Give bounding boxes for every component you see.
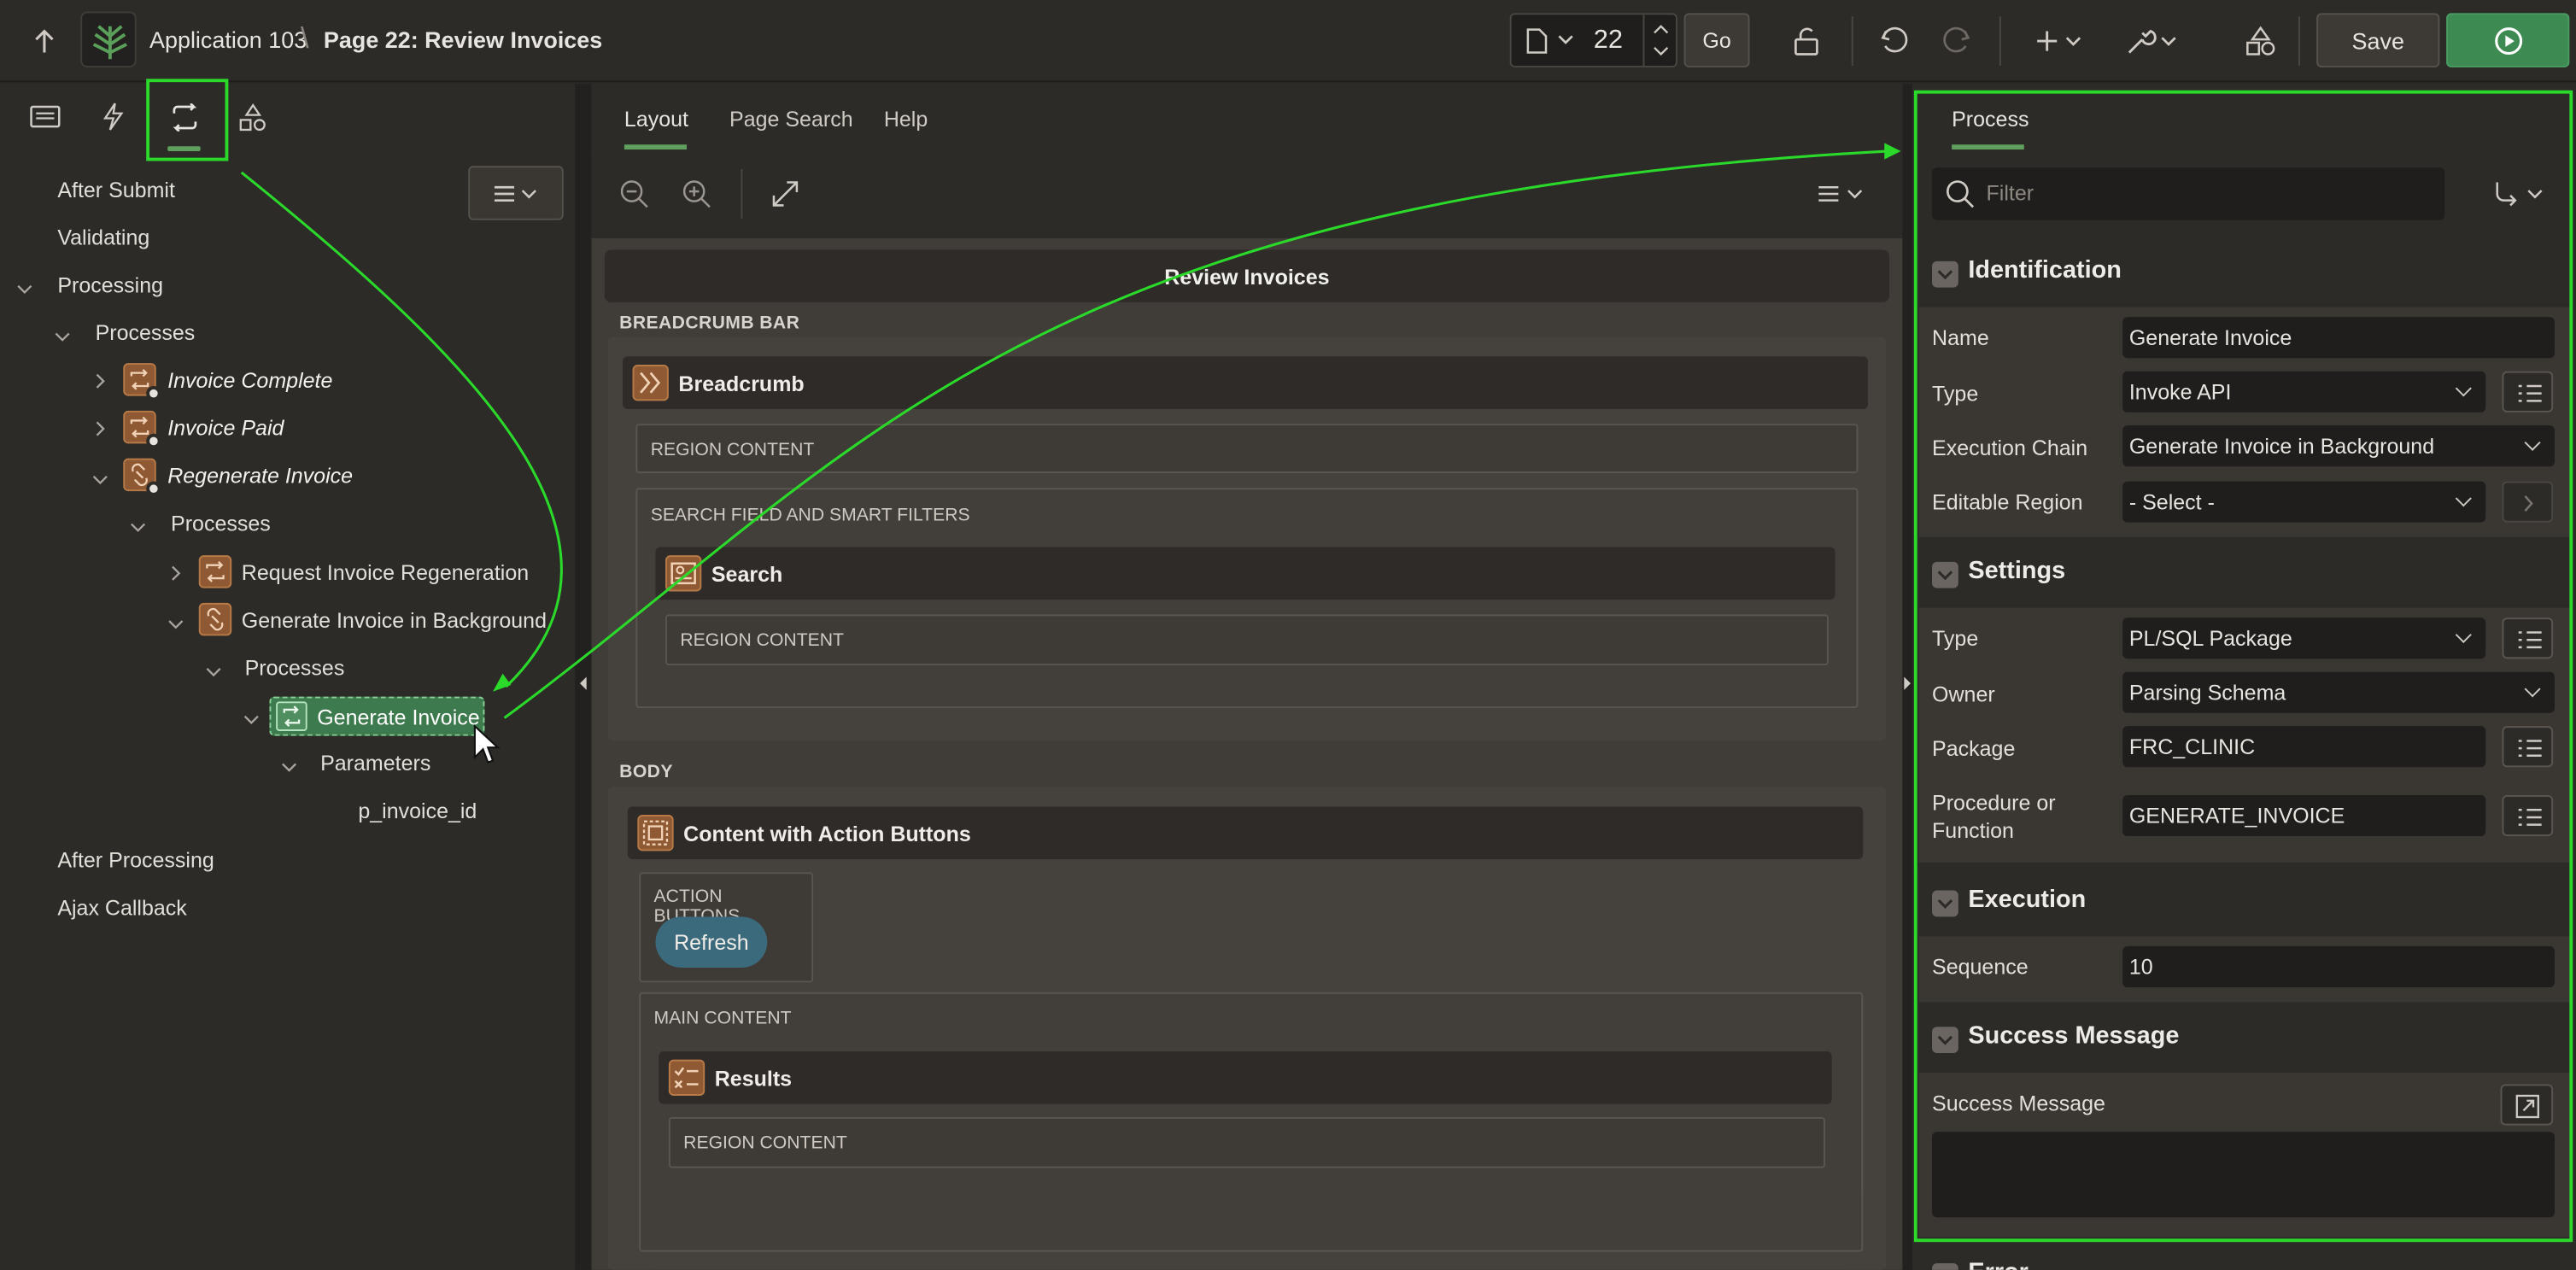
arrowhead <box>493 673 512 692</box>
annotation-arrow <box>503 149 1890 719</box>
annotation-arrows <box>240 143 1901 719</box>
annotation-arrow <box>240 171 563 688</box>
arrowhead <box>1884 143 1901 160</box>
